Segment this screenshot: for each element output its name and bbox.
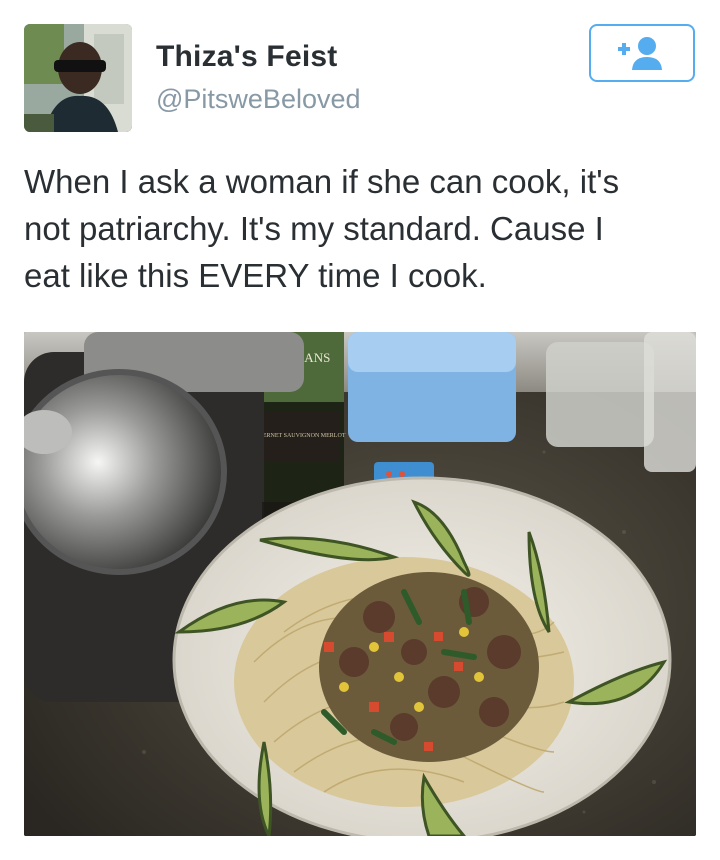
follow-button[interactable] [589, 24, 695, 82]
user-avatar[interactable] [24, 24, 132, 132]
add-user-icon [618, 37, 662, 70]
wine-variety: CABERNET SAUVIGNON MERLOT [251, 433, 346, 439]
food-photo: O OCEANS CABERNET SAUVIGNON MERLOT [24, 332, 696, 836]
tweet-photo[interactable]: O OCEANS CABERNET SAUVIGNON MERLOT [24, 332, 696, 836]
user-handle[interactable]: @PitsweBeloved [156, 84, 361, 115]
avatar-photo [24, 24, 132, 132]
display-name[interactable]: Thiza's Feist [156, 40, 337, 74]
tweet-text: When I ask a woman if she can cook, it's… [24, 163, 620, 294]
